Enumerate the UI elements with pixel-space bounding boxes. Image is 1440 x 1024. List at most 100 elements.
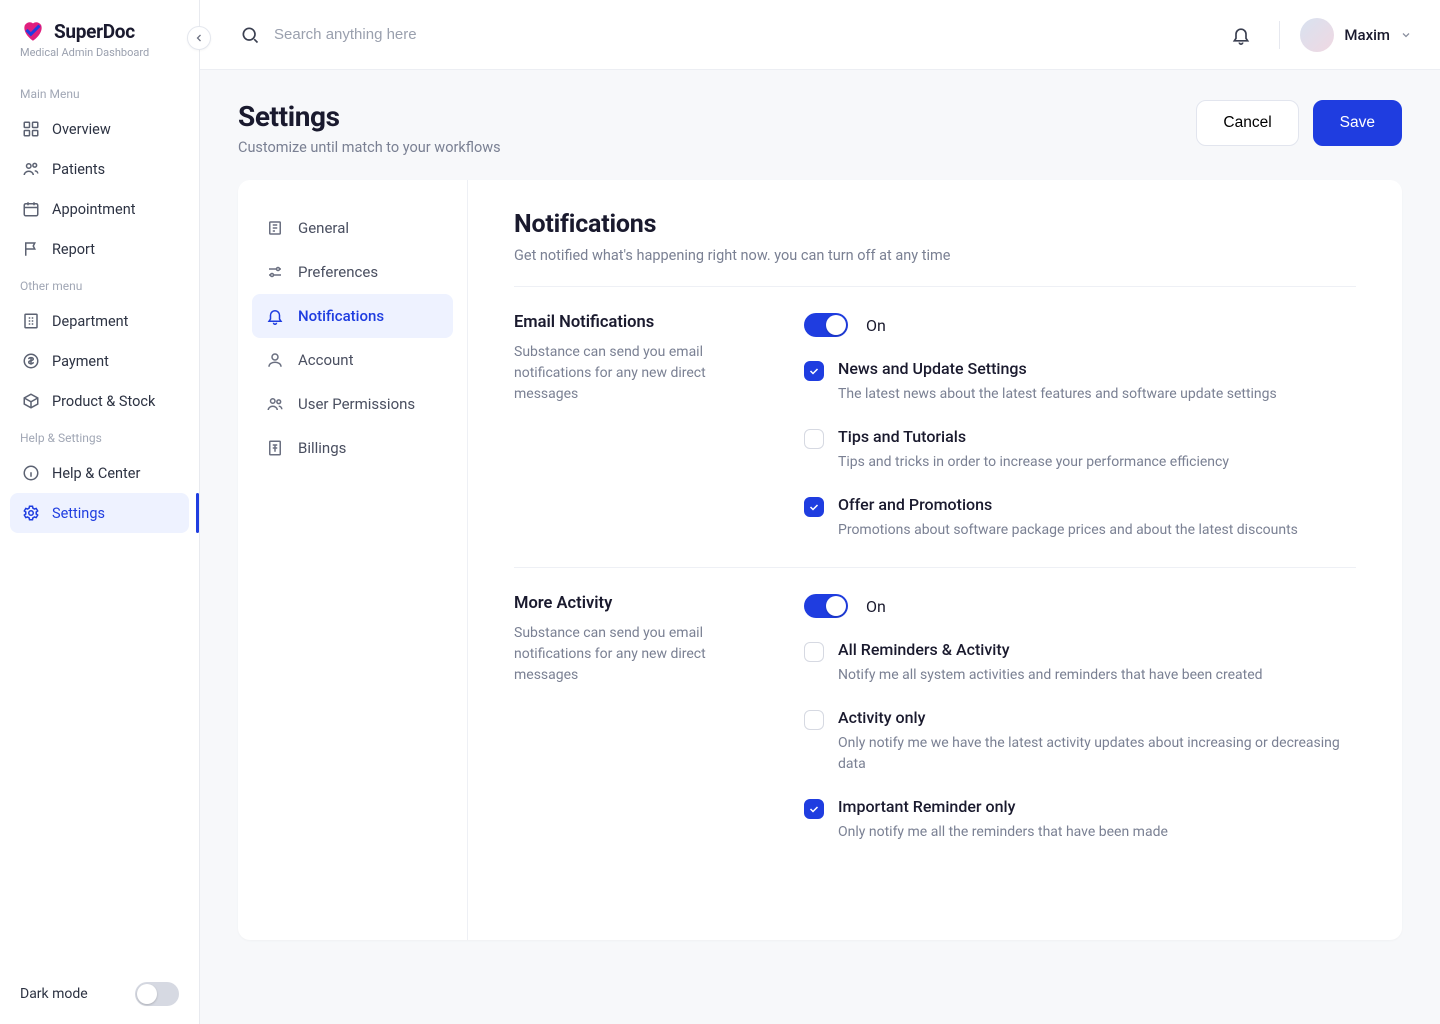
email-checkbox[interactable] xyxy=(804,429,824,449)
activity-option: Activity only Only notify me we have the … xyxy=(804,708,1356,775)
more-activity-toggle[interactable] xyxy=(804,594,848,618)
calendar-icon xyxy=(22,200,40,218)
sidebar-item-label: Help & Center xyxy=(52,465,140,482)
info-icon xyxy=(22,464,40,482)
receipt-icon xyxy=(266,439,284,457)
sidebar-item-label: Product & Stock xyxy=(52,393,155,410)
settings-card: General Preferences Notifications Accoun… xyxy=(238,180,1402,940)
settings-nav-label: Billings xyxy=(298,439,346,457)
sidebar-item-overview[interactable]: Overview xyxy=(10,109,189,149)
notifications-button[interactable] xyxy=(1223,17,1259,53)
sidebar-item-label: Appointment xyxy=(52,201,135,218)
sidebar-item-appointment[interactable]: Appointment xyxy=(10,189,189,229)
activity-checkbox[interactable] xyxy=(804,710,824,730)
sidebar-item-payment[interactable]: Payment xyxy=(10,341,189,381)
dark-mode-label: Dark mode xyxy=(20,986,88,1002)
brand-logo[interactable]: SuperDoc xyxy=(20,18,179,44)
email-checkbox[interactable] xyxy=(804,497,824,517)
sidebar-item-patients[interactable]: Patients xyxy=(10,149,189,189)
sidebar-item-label: Overview xyxy=(52,121,111,138)
menu-heading-main: Main Menu xyxy=(10,77,189,109)
dark-mode-toggle[interactable] xyxy=(135,982,179,1006)
settings-nav-account[interactable]: Account xyxy=(252,338,453,382)
toggle-state-label: On xyxy=(866,597,886,616)
email-option: News and Update Settings The latest news … xyxy=(804,359,1356,405)
settings-nav-label: Preferences xyxy=(298,263,378,281)
settings-nav-label: User Permissions xyxy=(298,395,415,413)
activity-checkbox[interactable] xyxy=(804,799,824,819)
brand-name: SuperDoc xyxy=(54,20,135,43)
save-button[interactable]: Save xyxy=(1313,100,1402,146)
settings-nav-label: Account xyxy=(298,351,354,369)
settings-nav: General Preferences Notifications Accoun… xyxy=(238,180,468,940)
option-title: Tips and Tutorials xyxy=(838,427,1229,446)
sidebar-item-help-center[interactable]: Help & Center xyxy=(10,453,189,493)
option-title: Activity only xyxy=(838,708,1356,727)
logo-heart-icon xyxy=(20,18,46,44)
sidebar-item-label: Settings xyxy=(52,505,105,522)
menu-heading-other: Other menu xyxy=(10,269,189,301)
settings-nav-preferences[interactable]: Preferences xyxy=(252,250,453,294)
section-title: Notifications xyxy=(514,210,1356,239)
user-menu[interactable]: Maxim xyxy=(1300,18,1412,52)
sidebar: SuperDoc Medical Admin Dashboard Main Me… xyxy=(0,0,200,1024)
box-icon xyxy=(22,392,40,410)
sliders-icon xyxy=(266,263,284,281)
option-title: All Reminders & Activity xyxy=(838,640,1263,659)
check-icon xyxy=(808,365,820,377)
bell-icon xyxy=(1231,25,1251,45)
search-icon xyxy=(240,25,260,45)
settings-nav-general[interactable]: General xyxy=(252,206,453,250)
sidebar-item-label: Payment xyxy=(52,353,109,370)
settings-nav-notifications[interactable]: Notifications xyxy=(252,294,453,338)
activity-option: Important Reminder onlyOnly notify me al… xyxy=(804,797,1356,843)
sidebar-collapse-button[interactable] xyxy=(187,26,211,50)
sidebar-item-report[interactable]: Report xyxy=(10,229,189,269)
option-desc: Only notify me we have the latest activi… xyxy=(838,733,1356,775)
grid-icon xyxy=(22,120,40,138)
email-option: Tips and Tutorials Tips and tricks in ord… xyxy=(804,427,1356,473)
bell-icon xyxy=(266,307,284,325)
menu-heading-help: Help & Settings xyxy=(10,421,189,453)
brand-tagline: Medical Admin Dashboard xyxy=(20,46,179,59)
user-icon xyxy=(266,351,284,369)
settings-nav-user-permissions[interactable]: User Permissions xyxy=(252,382,453,426)
email-notifications-group: Email Notifications Substance can send y… xyxy=(514,287,1356,568)
sidebar-item-settings[interactable]: Settings xyxy=(10,493,189,533)
option-title: Important Reminder only xyxy=(838,797,1168,816)
chevron-left-icon xyxy=(193,32,205,44)
option-desc: Promotions about software package prices… xyxy=(838,520,1298,541)
more-activity-group: More Activity Substance can send you ema… xyxy=(514,568,1356,869)
users-icon xyxy=(266,395,284,413)
search-input[interactable] xyxy=(274,26,614,43)
group-desc: Substance can send you email notificatio… xyxy=(514,623,764,686)
sidebar-item-label: Department xyxy=(52,313,128,330)
option-desc: The latest news about the latest feature… xyxy=(838,384,1277,405)
dollar-icon xyxy=(22,352,40,370)
settings-nav-label: General xyxy=(298,219,349,237)
email-option: Offer and Promotions Promotions about sof… xyxy=(804,495,1356,541)
avatar xyxy=(1300,18,1334,52)
check-icon xyxy=(808,501,820,513)
settings-nav-label: Notifications xyxy=(298,307,384,325)
settings-nav-billings[interactable]: Billings xyxy=(252,426,453,470)
divider xyxy=(1279,21,1280,49)
sidebar-item-department[interactable]: Department xyxy=(10,301,189,341)
option-desc: Notify me all system activities and remi… xyxy=(838,665,1263,686)
email-notifications-toggle[interactable] xyxy=(804,313,848,337)
option-title: News and Update Settings xyxy=(838,359,1277,378)
activity-checkbox[interactable] xyxy=(804,642,824,662)
cancel-button[interactable]: Cancel xyxy=(1196,100,1298,146)
group-title: Email Notifications xyxy=(514,313,764,332)
option-title: Offer and Promotions xyxy=(838,495,1298,514)
page-subtitle: Customize until match to your workflows xyxy=(238,139,501,156)
page-title: Settings xyxy=(238,100,501,133)
building-icon xyxy=(266,219,284,237)
toggle-state-label: On xyxy=(866,316,886,335)
email-checkbox[interactable] xyxy=(804,361,824,381)
section-subtitle: Get notified what's happening right now.… xyxy=(514,247,1356,287)
gear-icon xyxy=(22,504,40,522)
sidebar-item-product-stock[interactable]: Product & Stock xyxy=(10,381,189,421)
option-desc: Tips and tricks in order to increase you… xyxy=(838,452,1229,473)
activity-option: All Reminders & Activity Notify me all sy… xyxy=(804,640,1356,686)
